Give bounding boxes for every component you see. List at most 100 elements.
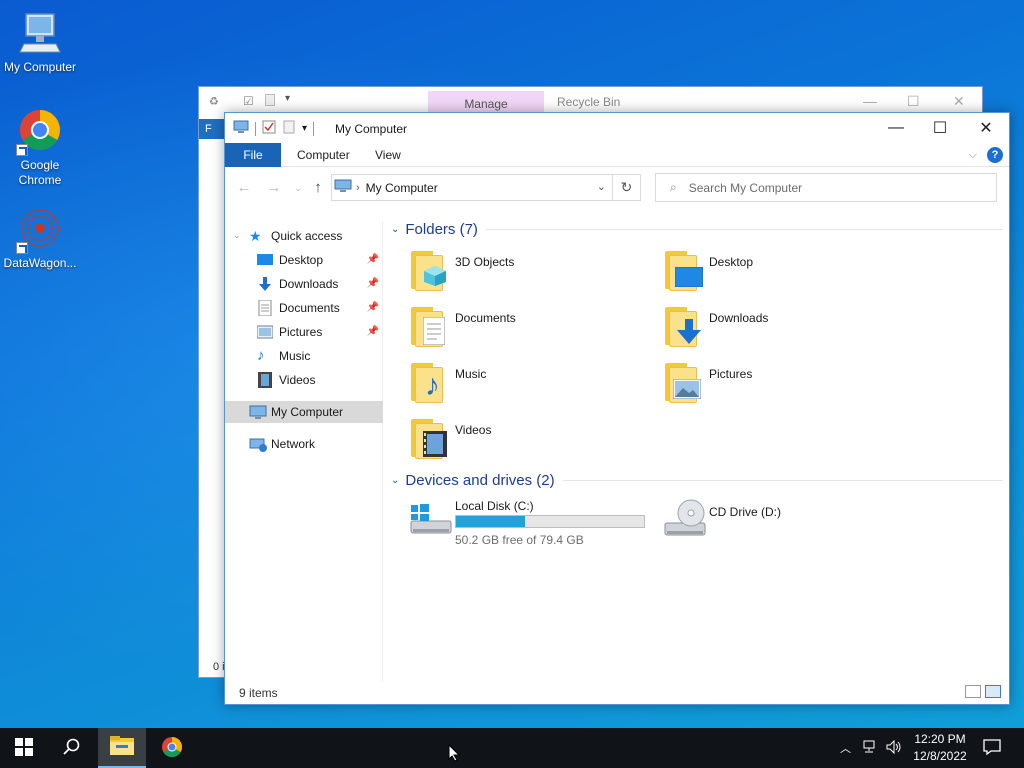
start-button[interactable] [0,728,48,768]
sidebar-item-label: Music [279,349,311,363]
search-icon: ⌕ [670,180,677,194]
window-title: Recycle Bin [557,95,621,109]
refresh-button[interactable]: ↻ [613,174,641,201]
customize-arrow-icon: ▾ [285,93,291,104]
large-icons-view-icon[interactable] [985,685,1001,698]
network-tray-icon[interactable] [863,740,879,757]
tab-file[interactable]: File [225,143,281,167]
sidebar-item-my-computer[interactable]: My Computer [225,401,383,423]
close-icon[interactable]: ✕ [953,93,965,110]
sidebar-item-label: Desktop [279,253,324,267]
folder-label: Downloads [709,311,769,325]
maximize-icon[interactable]: ☐ [907,93,920,110]
recent-locations-button[interactable]: ⌄ [287,177,309,199]
minimize-icon: — [888,119,904,136]
pin-icon[interactable]: 📌 [367,278,379,289]
drive-tile-cd-drive[interactable]: CD Drive (D:) [659,497,909,553]
up-button[interactable]: ↑ [307,177,329,199]
folders-group-header[interactable]: ⌄ Folders (7) [391,219,1003,239]
tab-view[interactable]: View [361,143,415,167]
windows-logo-icon [15,737,33,759]
customize-arrow-icon[interactable]: ▾ [302,123,307,134]
drive-usage-bar [455,515,645,528]
music-folder-icon: ♪ [409,361,451,403]
folder-tile-documents[interactable]: Documents [405,305,655,353]
search-button[interactable] [48,728,96,768]
item-count: 9 items [239,686,278,700]
close-button[interactable]: ✕ [963,113,1009,143]
drives-group-header[interactable]: ⌄ Devices and drives (2) [391,470,1003,490]
maximize-button[interactable]: ☐ [917,113,963,143]
details-view-icon[interactable] [965,685,981,698]
search-input[interactable]: ⌕ Search My Computer [655,173,997,202]
folder-tile-music[interactable]: ♪ Music [405,361,655,409]
sidebar-item-downloads[interactable]: Downloads 📌 [225,273,383,295]
forward-button[interactable]: → [263,177,285,199]
folder-label: Desktop [709,255,754,269]
ribbon-tabs: File Computer View [225,143,1009,167]
folder-tile-3d-objects[interactable]: 3D Objects [405,249,655,297]
pin-icon[interactable]: 📌 [367,254,379,265]
pictures-folder-icon [663,361,705,403]
3d-objects-folder-icon [409,249,451,291]
folder-tile-videos[interactable]: Videos [405,417,655,465]
minimize-icon[interactable]: — [863,93,877,109]
sidebar-item-network[interactable]: Network [225,433,383,455]
ribbon-right-controls: ⌵ ? [969,147,1003,163]
help-icon[interactable]: ? [987,147,1003,163]
pictures-icon [256,324,274,340]
arrow-right-icon: → [266,179,282,196]
sidebar-item-videos[interactable]: Videos [225,369,383,391]
status-bar: 9 items [225,680,1009,704]
folder-tile-pictures[interactable]: Pictures [659,361,909,409]
sidebar-item-quick-access[interactable]: ★ Quick access [225,225,383,247]
desktop-icon-datawagon[interactable]: DataWagon... [0,206,80,271]
expand-ribbon-icon[interactable]: ⌵ [969,149,977,162]
clock-date[interactable]: 12/8/2022 [906,749,974,763]
documents-folder-icon [409,305,451,347]
address-bar[interactable]: › My Computer ⌄ [331,174,613,201]
desktop-icon-my-computer[interactable]: My Computer [0,10,80,75]
status-text: 0 i [213,661,225,673]
window-title: My Computer [335,122,408,136]
my-computer-window[interactable]: ▾ My Computer — ☐ ✕ File Computer View ⌵… [224,112,1010,705]
desktop-folder-icon [663,249,705,291]
taskbar-file-explorer[interactable] [98,728,146,768]
content-pane: ⌄ Folders (7) 3D Objects Desktop Documen… [391,217,1003,687]
notifications-icon[interactable] [983,739,1001,758]
sidebar-item-label: Pictures [279,325,323,339]
minimize-button[interactable]: — [873,113,919,143]
folder-tile-downloads[interactable]: Downloads [659,305,909,353]
download-arrow-icon [257,276,273,292]
pin-icon[interactable]: 📌 [367,302,379,313]
folder-label: Videos [455,423,492,437]
manage-tab[interactable]: Manage [428,91,544,113]
folder-label: Music [455,367,487,381]
videos-folder-icon [409,417,451,459]
tab-computer[interactable]: Computer [283,143,364,167]
chevron-down-icon: ⌄ [391,474,400,486]
sidebar-item-documents[interactable]: Documents 📌 [225,297,383,319]
maximize-icon: ☐ [932,120,948,137]
volume-icon[interactable] [886,739,902,757]
navigation-pane: ⌄ ★ Quick access Desktop 📌 Downloads 📌 D… [225,221,383,681]
window-titlebar[interactable]: ▾ My Computer — ☐ ✕ [225,113,1009,143]
sidebar-item-pictures[interactable]: Pictures 📌 [225,321,383,343]
sidebar-item-music[interactable]: ♪ Music [225,345,383,367]
folder-tile-desktop[interactable]: Desktop [659,249,909,297]
datawagon-icon [16,206,64,254]
back-button[interactable]: ← [233,177,255,199]
clock-time[interactable]: 12:20 PM [906,732,974,746]
taskbar-chrome[interactable] [148,728,196,768]
pin-icon[interactable]: 📌 [367,326,379,337]
new-folder-icon[interactable] [282,120,296,137]
file-tab[interactable]: F [199,119,225,139]
desktop-icon-google-chrome[interactable]: Google Chrome [0,108,80,188]
properties-icon[interactable] [262,120,276,137]
group-title: Folders (7) [405,220,478,238]
sidebar-item-desktop[interactable]: Desktop 📌 [225,249,383,271]
chevron-up-icon[interactable]: ︿ [840,740,851,756]
drive-tile-local-disk[interactable]: Local Disk (C:) 50.2 GB free of 79.4 GB [405,497,665,553]
chevron-down-icon[interactable]: ⌄ [597,180,606,193]
breadcrumb-my-computer[interactable]: My Computer [366,181,438,195]
